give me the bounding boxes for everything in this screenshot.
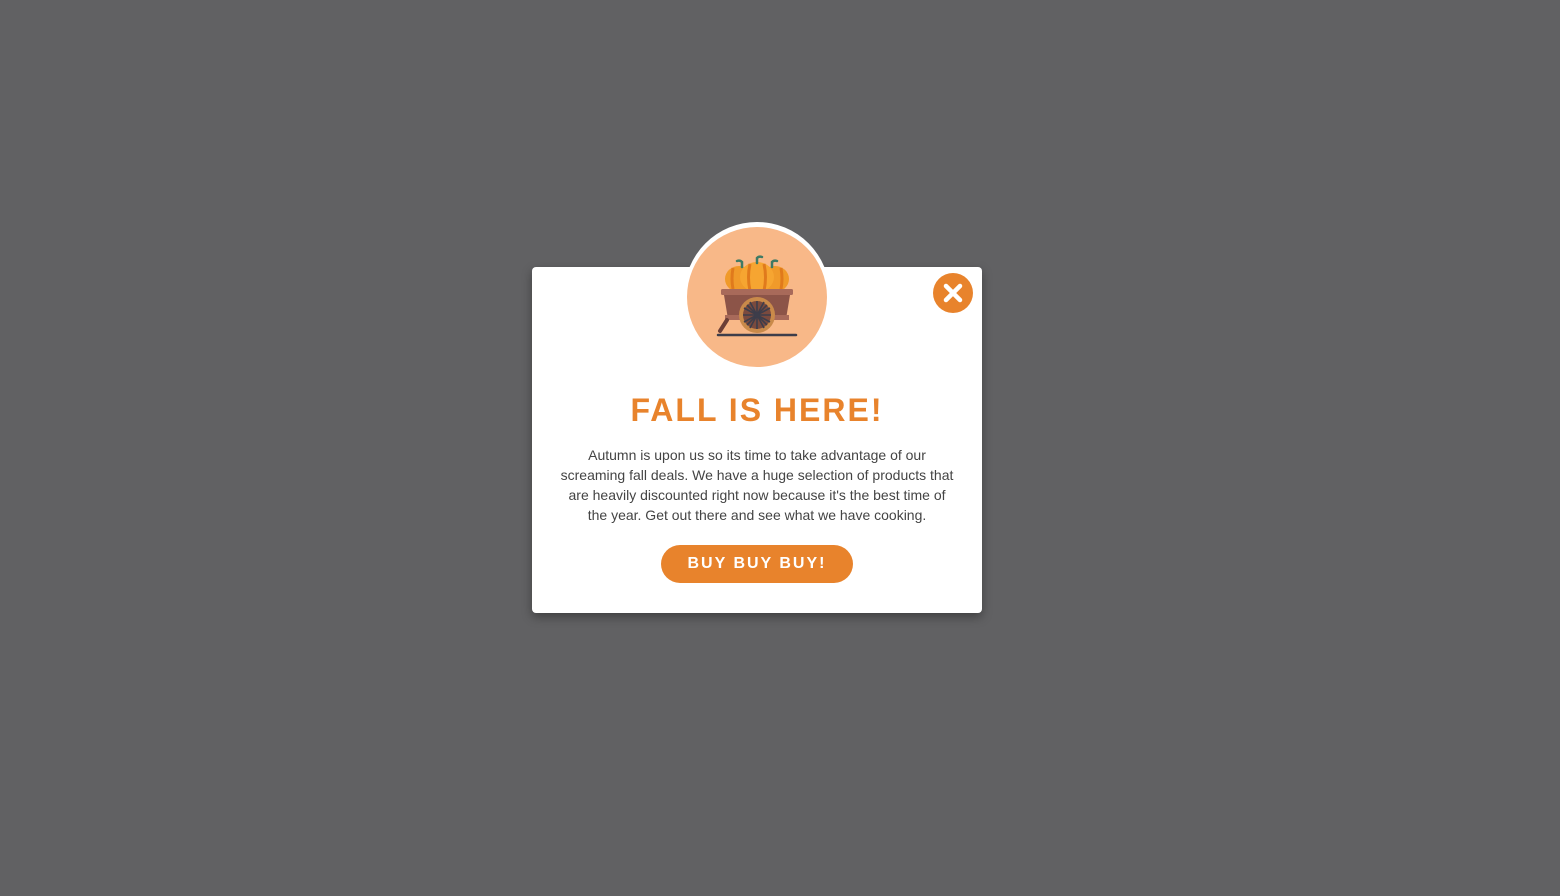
pumpkin-cart-icon <box>687 227 827 367</box>
close-icon <box>943 283 963 303</box>
popup-title: FALL IS HERE! <box>630 392 884 428</box>
popup-message: Autumn is upon us so its time to take ad… <box>560 447 954 523</box>
buy-button[interactable]: BUY BUY BUY! <box>661 545 853 583</box>
close-button[interactable] <box>933 273 973 313</box>
